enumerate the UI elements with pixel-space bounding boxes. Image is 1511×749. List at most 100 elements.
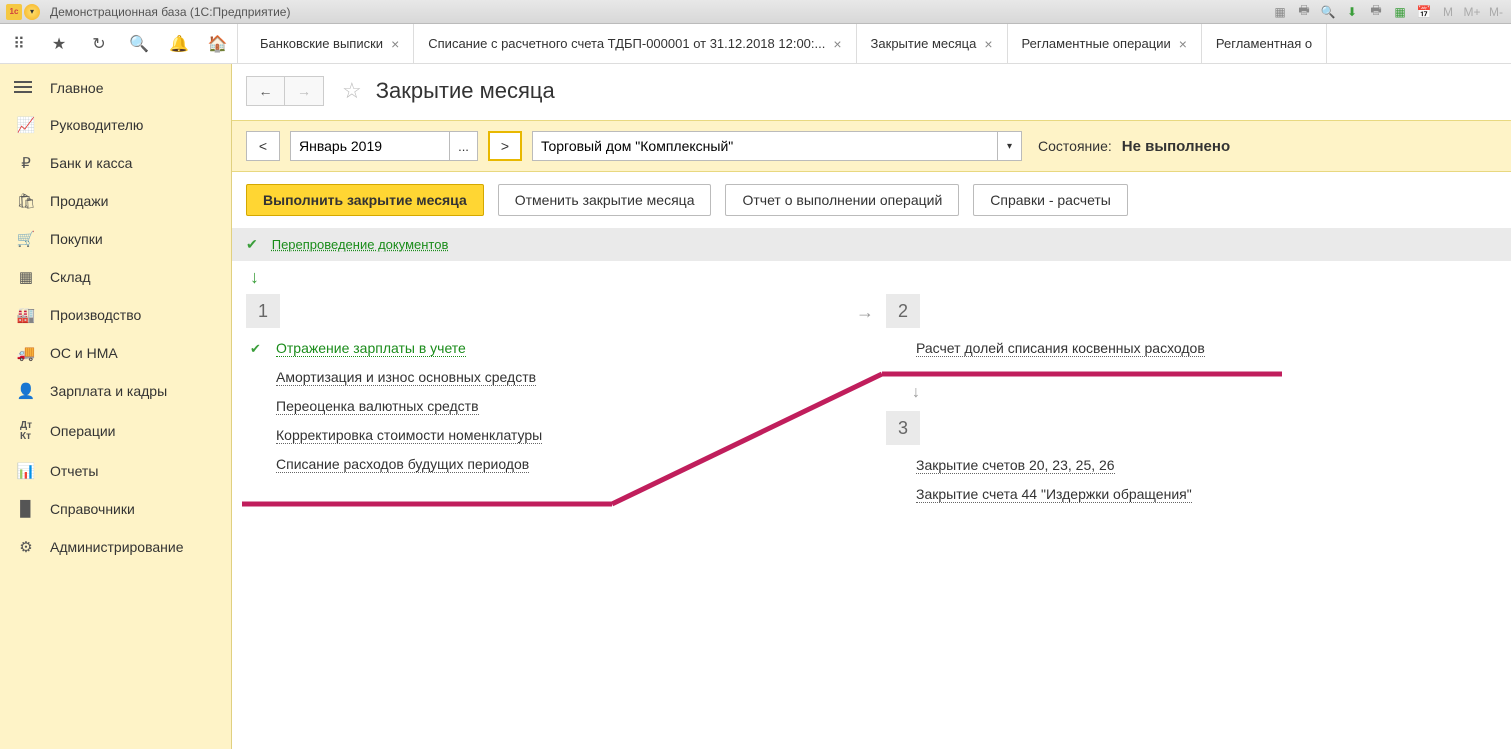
op-link-label: Переоценка валютных средств [276,398,479,415]
sidebar-item-admin[interactable]: ⚙Администрирование [0,528,231,566]
sidebar-item-production[interactable]: 🏭 Производство [0,296,231,334]
print2-icon[interactable]: 🖶 [1367,4,1385,20]
titlebar: 1c ▾ Демонстрационная база (1С:Предприят… [0,0,1511,24]
op-close-20-23-25-26[interactable]: Закрытие счетов 20, 23, 25, 26 [916,457,1486,474]
sidebar-item-catalogs[interactable]: ▉Справочники [0,490,231,528]
sidebar-item-label: Операции [50,423,116,439]
cancel-close-button[interactable]: Отменить закрытие месяца [498,184,712,216]
tab-label: Закрытие месяца [871,36,977,51]
sidebar-item-bank[interactable]: ₽Банк и касса [0,144,231,182]
sidebar-item-manager[interactable]: 📈 Руководителю [0,106,231,144]
tab-label: Банковские выписки [260,36,383,51]
op-link-label: Закрытие счета 44 "Издержки обращения" [916,486,1192,503]
op-cost-correction[interactable]: Корректировка стоимости номенклатуры [276,427,846,444]
org-input[interactable] [532,131,998,161]
sidebar-item-label: Руководителю [50,117,143,133]
op-link-label: Отражение зарплаты в учете [276,340,466,357]
calendar-icon[interactable]: 📅 [1415,4,1433,20]
sidebar-item-label: Главное [50,80,104,96]
sidebar-item-reports[interactable]: 📊Отчеты [0,452,231,490]
reprovision-link[interactable]: Перепроведение документов [272,237,449,252]
save-icon[interactable]: ▦ [1271,4,1289,20]
sidebar-item-label: Зарплата и кадры [50,383,167,399]
calc-icon[interactable]: ▦ [1391,4,1409,20]
close-icon[interactable]: × [833,36,841,52]
arrow-right-icon: → [856,302,874,323]
op-link-label: Амортизация и износ основных средств [276,369,536,386]
boxes-icon: ▦ [14,268,38,286]
arrow-down-icon: ↓ [232,261,1511,294]
tab-bank-statements[interactable]: Банковские выписки × [246,24,414,63]
state-value: Не выполнено [1122,138,1230,155]
truck-icon: 🚚 [14,344,38,362]
chart-icon: 📈 [14,116,38,134]
titlebar-right-icons: ▦ 🖶 🔍 ⬇ 🖶 ▦ 📅 M M+ M- [1271,4,1505,20]
op-indirect-shares[interactable]: Расчет долей списания косвенных расходов [916,340,1486,357]
stage-2-3-column: 2 Расчет долей списания косвенных расход… [886,294,1486,515]
op-depreciation[interactable]: Амортизация и износ основных средств [276,369,846,386]
sidebar-item-warehouse[interactable]: ▦Склад [0,258,231,296]
op-salary[interactable]: ✔Отражение зарплаты в учете [276,340,846,357]
favorite-star-icon[interactable]: ☆ [342,78,362,104]
sidebar-item-operations[interactable]: ДтКт Операции [0,410,231,452]
tab-reg-op-partial[interactable]: Регламентная о [1202,24,1327,63]
stage-1-number: 1 [246,294,280,328]
app-logo-icon: 1c [6,4,22,20]
tab-writeoff[interactable]: Списание с расчетного счета ТДБП-000001 … [414,24,856,63]
stage-2-number: 2 [886,294,920,328]
org-dropdown-button[interactable]: ▾ [998,131,1022,161]
period-input[interactable] [290,131,450,161]
tab-reg-ops[interactable]: Регламентные операции × [1008,24,1202,63]
star-icon[interactable]: ★ [48,33,70,55]
preview-icon[interactable]: 🔍 [1319,4,1337,20]
back-button[interactable]: ← [247,77,285,105]
prev-period-button[interactable]: < [246,131,280,161]
window-title: Демонстрационная база (1С:Предприятие) [50,5,290,19]
m-plus-icon[interactable]: M+ [1463,4,1481,20]
sidebar-item-assets[interactable]: 🚚 ОС и НМА [0,334,231,372]
close-icon[interactable]: × [984,36,992,52]
bars-icon: 📊 [14,462,38,480]
sidebar-item-label: Продажи [50,193,108,209]
op-close-44[interactable]: Закрытие счета 44 "Издержки обращения" [916,486,1486,503]
factory-icon: 🏭 [14,306,38,324]
print-icon[interactable]: 🖶 [1295,4,1313,20]
check-partial-icon: ✔ [250,341,270,357]
op-revaluation[interactable]: Переоценка валютных средств [276,398,846,415]
app-menu-dropdown-icon[interactable]: ▾ [24,4,40,20]
sidebar-item-sales[interactable]: 🛍Продажи [0,182,231,220]
cart-icon: 🛒 [14,230,38,248]
run-close-button[interactable]: Выполнить закрытие месяца [246,184,484,216]
sidebar-item-label: Производство [50,307,141,323]
sidebar-item-label: ОС и НМА [50,345,118,361]
sidebar-item-payroll[interactable]: 👤 Зарплата и кадры [0,372,231,410]
tab-label: Регламентная о [1216,36,1312,51]
person-icon: 👤 [14,382,38,400]
m-minus-icon[interactable]: M- [1487,4,1505,20]
op-link-label: Корректировка стоимости номенклатуры [276,427,542,444]
sidebar-item-main[interactable]: Главное [0,70,231,106]
references-button[interactable]: Справки - расчеты [973,184,1128,216]
m-icon[interactable]: M [1439,4,1457,20]
close-icon[interactable]: × [1179,36,1187,52]
report-button[interactable]: Отчет о выполнении операций [725,184,959,216]
bell-icon[interactable]: 🔔 [168,33,190,55]
tab-month-close[interactable]: Закрытие месяца × [857,24,1008,63]
period-picker-button[interactable]: ... [450,131,478,161]
tab-label: Списание с расчетного счета ТДБП-000001 … [428,36,825,51]
sidebar-item-purchases[interactable]: 🛒Покупки [0,220,231,258]
ruble-icon: ₽ [14,154,38,172]
dtkt-icon: ДтКт [14,420,38,442]
apps-icon[interactable]: ⠿ [8,33,30,55]
forward-button[interactable]: → [285,77,323,105]
home-tab[interactable]: 🏠 [198,24,238,63]
next-period-button[interactable]: > [488,131,522,161]
download-icon[interactable]: ⬇ [1343,4,1361,20]
tab-label: Регламентные операции [1022,36,1171,51]
search-icon[interactable]: 🔍 [128,33,150,55]
op-deferred-expenses[interactable]: Списание расходов будущих периодов [276,456,846,473]
close-icon[interactable]: × [391,36,399,52]
reprovision-row: ✔ Перепроведение документов [232,228,1511,261]
period-input-group: ... [290,131,478,161]
history-icon[interactable]: ↻ [88,33,110,55]
